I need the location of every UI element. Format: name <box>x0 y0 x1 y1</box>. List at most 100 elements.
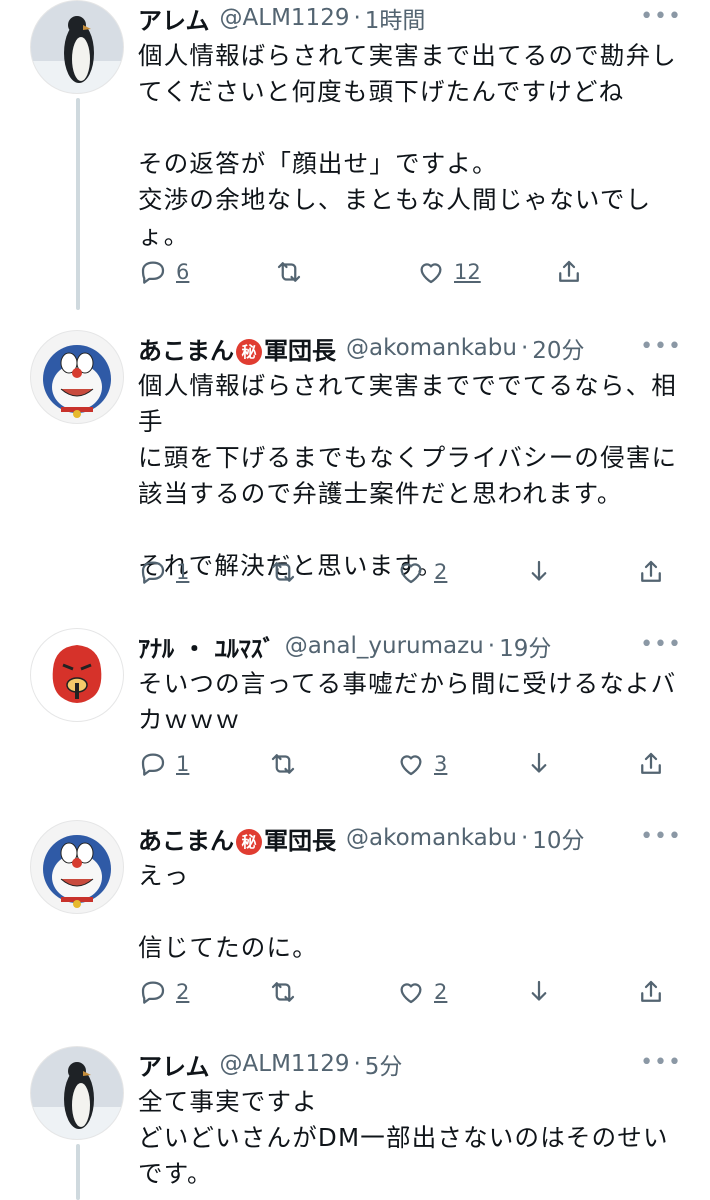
like-button[interactable]: 12 <box>416 254 481 290</box>
reply-icon <box>141 261 165 284</box>
text-line: ょ。 <box>138 221 190 250</box>
action-bar: 1 2 <box>138 554 690 590</box>
reply-button[interactable]: 6 <box>138 254 189 290</box>
text-line: 該当するので弁護士案件だと思われます。 <box>138 479 623 508</box>
like-button[interactable]: 2 <box>396 554 447 590</box>
display-name[interactable]: あこまん秘軍団長 <box>138 331 336 366</box>
reply-button[interactable]: 1 <box>138 746 189 782</box>
separator-dot: · <box>520 825 529 851</box>
retweet-button[interactable] <box>268 746 298 782</box>
share-button[interactable] <box>636 974 666 1010</box>
timestamp[interactable]: 19分 <box>499 629 551 663</box>
tweet[interactable]: あこまん秘軍団長 @akomankabu · 20分 ••• 個人情報ばらされて… <box>0 330 710 600</box>
share-button[interactable] <box>554 254 584 290</box>
user-handle[interactable]: @akomankabu <box>346 335 517 361</box>
text-line: その返答が「顔出せ」ですよ。 <box>138 149 498 178</box>
avatar-red-mask[interactable] <box>30 628 124 722</box>
like-count: 12 <box>454 260 481 284</box>
text-line: そいつの言ってる事嘘だから間に受けるなよバ <box>138 669 677 698</box>
avatar-doraemon[interactable] <box>30 820 124 914</box>
arrow-down-icon <box>531 560 547 581</box>
avatar-penguin[interactable] <box>30 1046 124 1140</box>
downvote-button[interactable] <box>524 554 554 590</box>
more-options-icon[interactable]: ••• <box>640 824 682 849</box>
reply-count: 6 <box>176 260 190 284</box>
user-handle[interactable]: @ALM1129 <box>220 5 350 31</box>
tweet[interactable]: アレム @ALM1129 · 5分 ••• 全て事実ですよ どいどいさんがDM一… <box>0 1046 710 1200</box>
timestamp[interactable]: 10分 <box>532 821 584 855</box>
text-line: 全て事実ですよ <box>138 1087 318 1116</box>
text-line: 個人情報ばらされて実害までででてるなら、相手 <box>138 371 677 436</box>
timestamp[interactable]: 5分 <box>365 1047 403 1081</box>
text-line: てくださいと何度も頭下げたんですけどね <box>138 77 625 106</box>
display-name[interactable]: ｱﾅﾙ ・ ﾕﾙﾏｽﾞ <box>138 629 275 664</box>
share-icon <box>641 752 661 774</box>
share-icon <box>559 260 579 282</box>
action-bar: 1 3 <box>138 746 690 782</box>
avatar-penguin[interactable] <box>30 0 124 94</box>
reply-count: 1 <box>176 752 190 776</box>
like-count: 2 <box>434 560 448 584</box>
tweet-header: アレム @ALM1129 · 5分 ••• <box>138 1046 684 1082</box>
share-button[interactable] <box>636 554 666 590</box>
share-button[interactable] <box>636 746 666 782</box>
downvote-button[interactable] <box>524 746 554 782</box>
more-options-icon[interactable]: ••• <box>640 334 682 359</box>
text-line: です。 <box>138 1159 213 1188</box>
reply-icon <box>141 981 165 1004</box>
tweet-text: そいつの言ってる事嘘だから間に受けるなよバ カｗｗｗ <box>138 666 684 738</box>
retweet-button[interactable] <box>274 254 304 290</box>
timestamp[interactable]: 20分 <box>532 331 584 365</box>
display-name[interactable]: アレム <box>138 1047 210 1082</box>
text-line: 信じてたのに。 <box>138 933 318 962</box>
tweet[interactable]: アレム @ALM1129 · 1時間 ••• 個人情報ばらされて実害まで出てるの… <box>0 0 710 310</box>
display-name[interactable]: あこまん秘軍団長 <box>138 821 336 856</box>
timestamp[interactable]: 1時間 <box>365 1 426 35</box>
tweet-header: アレム @ALM1129 · 1時間 ••• <box>138 0 684 36</box>
text-line: 交渉の余地なし、まともな人間じゃないでし <box>138 185 652 214</box>
user-handle[interactable]: @ALM1129 <box>220 1051 350 1077</box>
tweet[interactable]: あこまん秘軍団長 @akomankabu · 10分 ••• えっ 信じてたのに… <box>0 820 710 1020</box>
display-name[interactable]: アレム <box>138 1 210 36</box>
share-icon <box>641 560 661 582</box>
like-button[interactable]: 3 <box>396 746 447 782</box>
secret-badge-icon: 秘 <box>236 828 262 855</box>
tweet-header: あこまん秘軍団長 @akomankabu · 10分 ••• <box>138 820 684 856</box>
more-options-icon[interactable]: ••• <box>640 632 682 657</box>
user-handle[interactable]: @akomankabu <box>346 825 517 851</box>
text-line: どいどいさんがDM一部出さないのはそのせい <box>138 1123 669 1152</box>
like-count: 2 <box>434 980 448 1004</box>
tweet-text: 個人情報ばらされて実害まで出てるので勘弁し てくださいと何度も頭下げたんですけど… <box>138 38 684 254</box>
avatar-doraemon[interactable] <box>30 330 124 424</box>
user-handle[interactable]: @anal_yurumazu <box>285 633 484 659</box>
retweet-icon <box>271 754 295 774</box>
heart-icon <box>400 983 422 1004</box>
reply-count: 1 <box>176 560 190 584</box>
display-name-suffix: 軍団長 <box>264 336 336 365</box>
more-options-icon[interactable]: ••• <box>640 1050 682 1075</box>
text-line: に頭を下げるまでもなくプライバシーの侵害に <box>138 443 678 472</box>
reply-button[interactable]: 2 <box>138 974 189 1010</box>
heart-icon <box>400 755 422 776</box>
retweet-button[interactable] <box>268 974 298 1010</box>
separator-dot: · <box>353 1051 361 1077</box>
text-line: 個人情報ばらされて実害まで出てるので勘弁し <box>138 41 677 70</box>
reply-icon <box>141 753 165 776</box>
tweet[interactable]: ｱﾅﾙ ・ ﾕﾙﾏｽﾞ @anal_yurumazu · 19分 ••• そいつ… <box>0 628 710 798</box>
reply-button[interactable]: 1 <box>138 554 189 590</box>
arrow-down-icon <box>531 980 547 1001</box>
text-line: えっ <box>138 861 190 890</box>
tweet-header: あこまん秘軍団長 @akomankabu · 20分 ••• <box>138 330 684 366</box>
separator-dot: · <box>487 633 496 659</box>
separator-dot: · <box>353 5 361 31</box>
retweet-button[interactable] <box>268 554 298 590</box>
tweet-text: 個人情報ばらされて実害までででてるなら、相手 に頭を下げるまでもなくプライバシー… <box>138 368 684 584</box>
more-options-icon[interactable]: ••• <box>640 4 682 29</box>
like-button[interactable]: 2 <box>396 974 447 1010</box>
action-bar: 2 2 <box>138 974 690 1010</box>
display-name-text: あこまん <box>138 826 234 855</box>
tweet-text: 全て事実ですよ どいどいさんがDM一部出さないのはそのせい です。 <box>138 1084 684 1192</box>
downvote-button[interactable] <box>524 974 554 1010</box>
retweet-icon <box>277 262 301 282</box>
tweet-header: ｱﾅﾙ ・ ﾕﾙﾏｽﾞ @anal_yurumazu · 19分 ••• <box>138 628 684 664</box>
